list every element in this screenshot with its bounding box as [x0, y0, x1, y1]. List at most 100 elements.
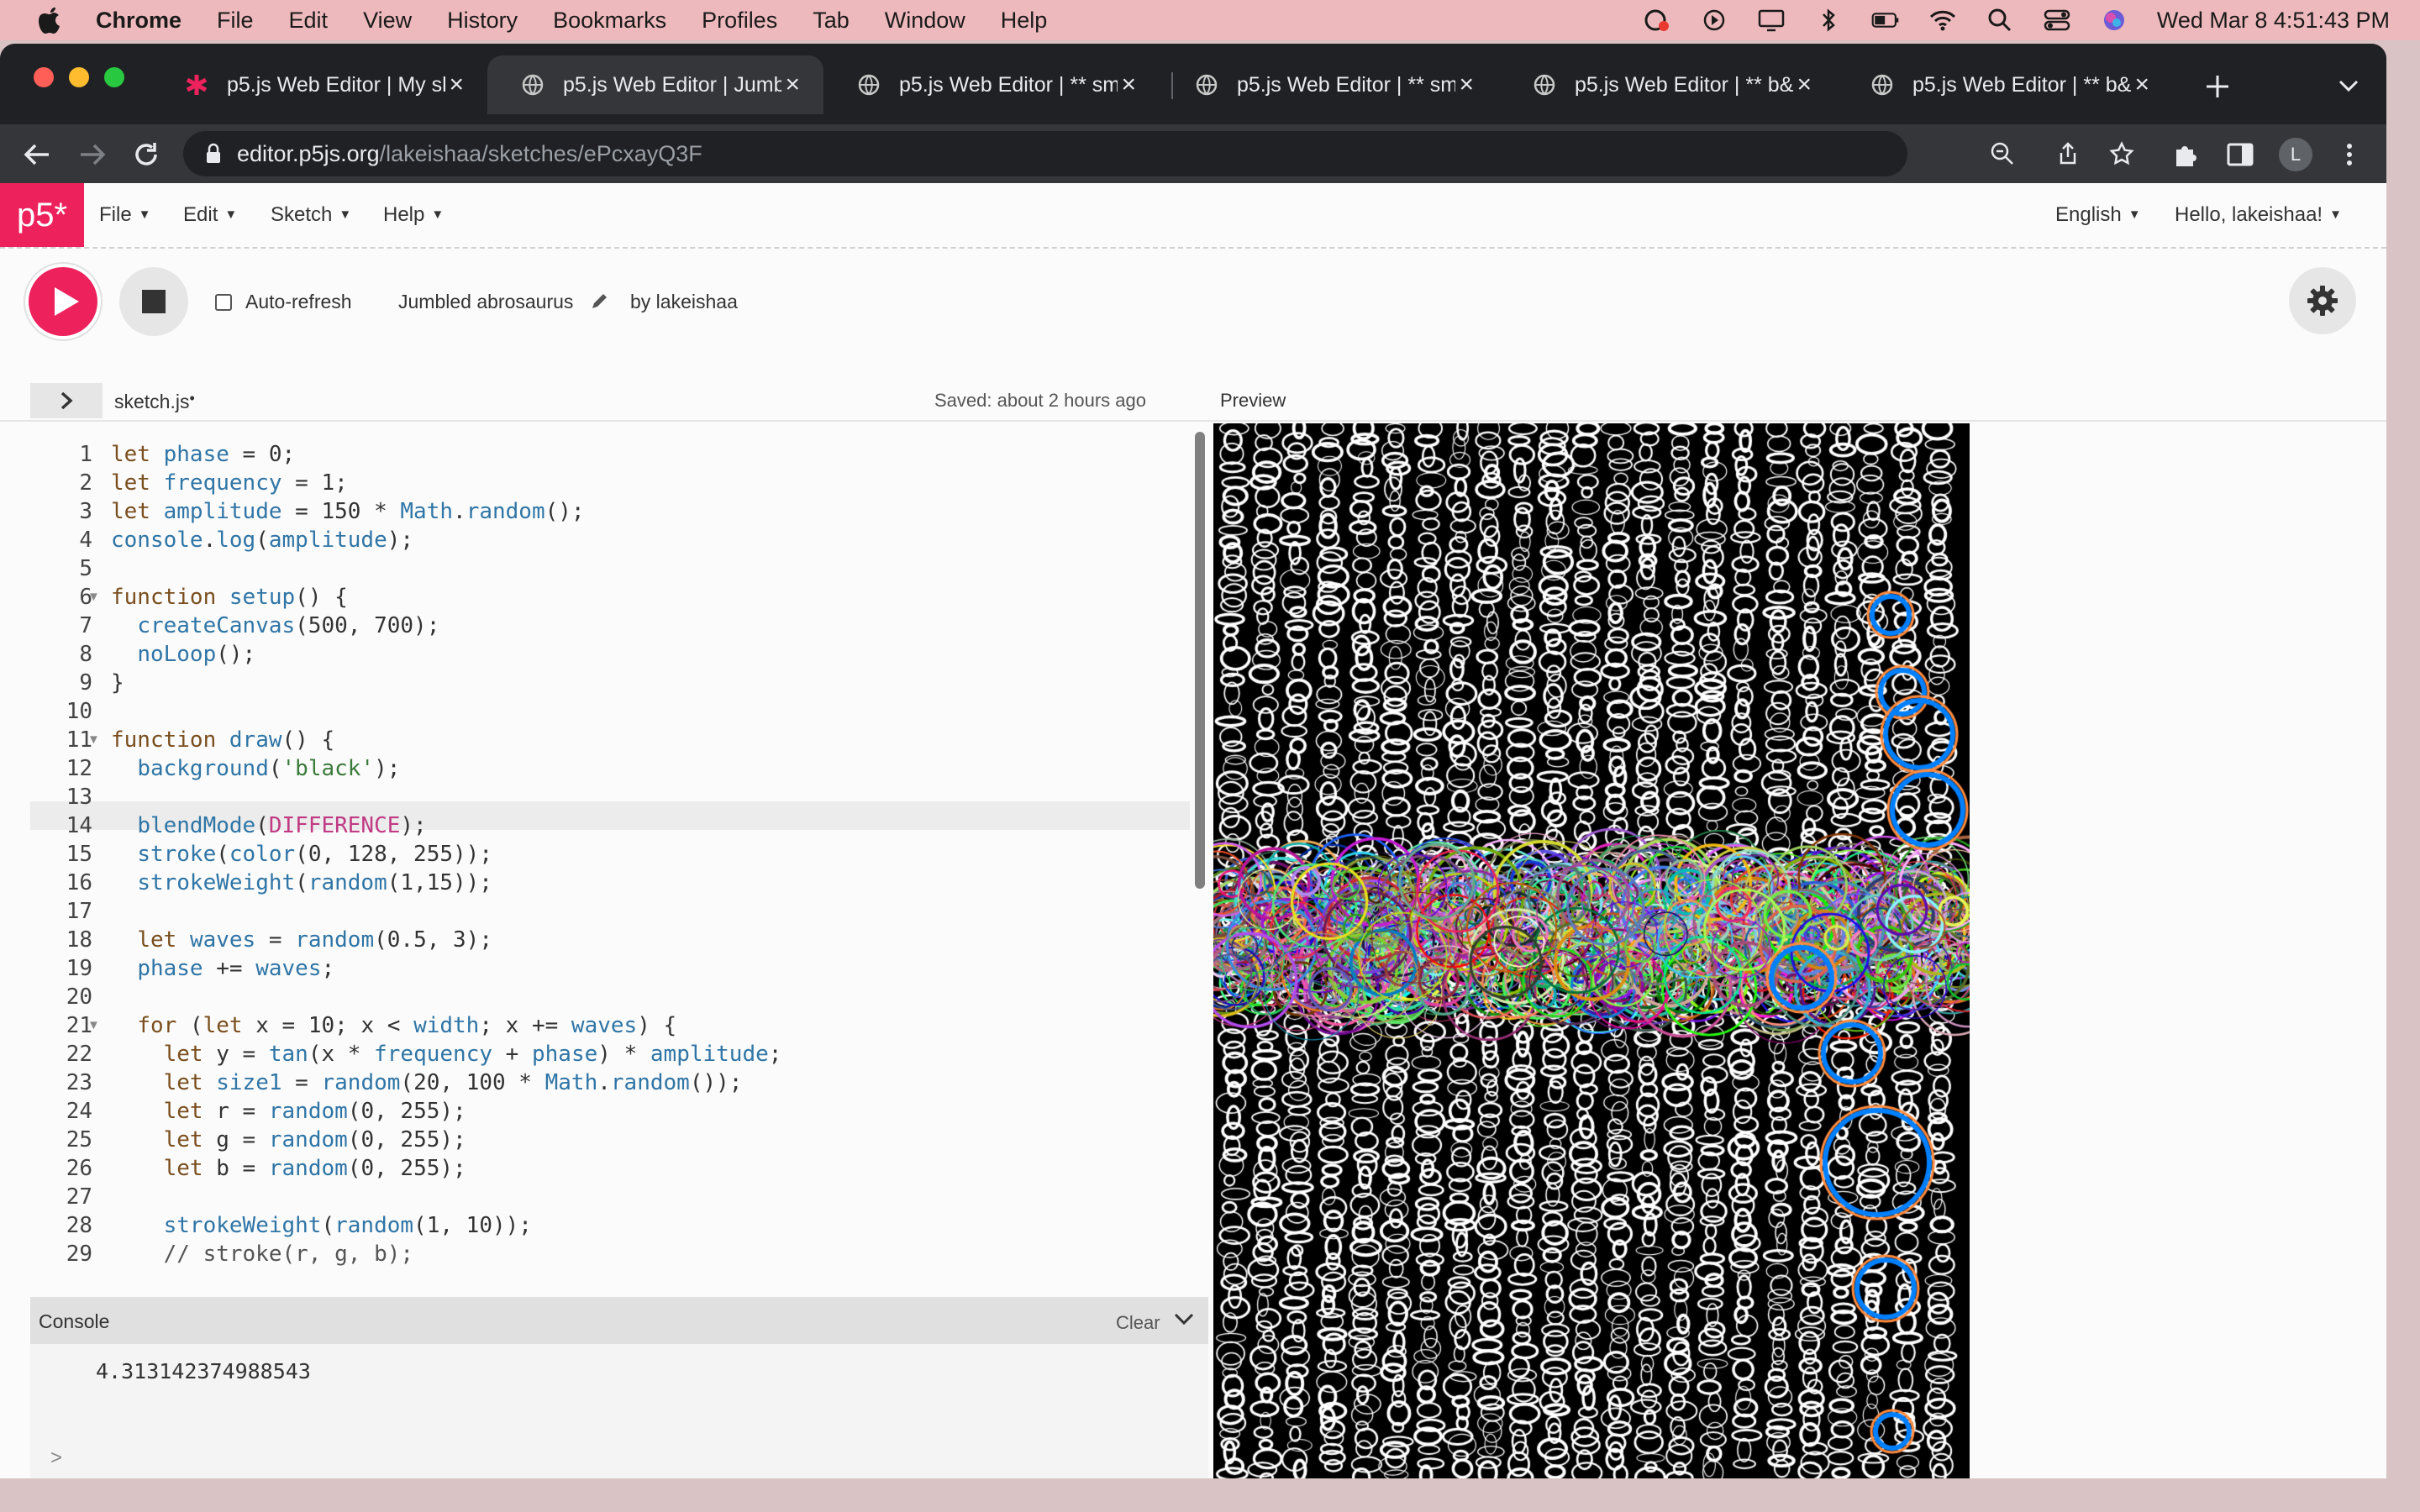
- bookmark-star-icon[interactable]: [2109, 141, 2134, 166]
- sketch-name[interactable]: Jumbled abrosaurus: [398, 291, 573, 313]
- code-line[interactable]: let amplitude = 150 * Math.random();: [111, 499, 585, 524]
- code-line[interactable]: function setup() {: [111, 585, 348, 610]
- wifi-icon[interactable]: [1928, 8, 1957, 33]
- tab-jumbled-abrosaurus[interactable]: p5.js Web Editor | Jumbl ×: [487, 55, 823, 114]
- menu-profiles[interactable]: Profiles: [702, 8, 777, 34]
- p5-logo[interactable]: p5*: [0, 183, 84, 247]
- nav-help-menu[interactable]: Help ▼: [383, 203, 444, 227]
- fold-toggle-icon[interactable]: ▼: [87, 590, 100, 604]
- status-icons: Wed Mar 8 4:51:43 PM: [1643, 0, 2390, 40]
- code-line[interactable]: let size1 = random(20, 100 * Math.random…: [111, 1070, 743, 1095]
- code-line[interactable]: blendMode(DIFFERENCE);: [111, 813, 426, 838]
- search-icon[interactable]: [1986, 8, 2014, 33]
- editor-scrollbar[interactable]: [1195, 432, 1205, 889]
- address-bar[interactable]: editor.p5js.org/lakeishaa/sketches/ePcxa…: [183, 131, 2134, 176]
- menu-bookmarks[interactable]: Bookmarks: [553, 8, 666, 34]
- code-line[interactable]: let phase = 0;: [111, 442, 295, 467]
- battery-icon[interactable]: [1871, 8, 1900, 33]
- fold-toggle-icon[interactable]: ▼: [87, 732, 100, 747]
- new-tab-icon[interactable]: [2203, 72, 2232, 101]
- auto-refresh-checkbox[interactable]: [215, 294, 232, 311]
- code-line[interactable]: let r = random(0, 255);: [111, 1099, 466, 1124]
- menu-app-chrome[interactable]: Chrome: [96, 8, 182, 34]
- play-button[interactable]: [29, 267, 97, 336]
- tab-my-sketches[interactable]: p5.js Web Editor | My sk ×: [151, 55, 487, 114]
- share-icon[interactable]: [2055, 141, 2081, 166]
- code-line[interactable]: phase += waves;: [111, 956, 334, 981]
- code-line[interactable]: let y = tan(x * frequency + phase) * amp…: [111, 1042, 782, 1067]
- code-line[interactable]: console.log(amplitude);: [111, 528, 413, 553]
- tab-sketch-4[interactable]: p5.js Web Editor | ** sm ×: [1161, 55, 1497, 114]
- code-line[interactable]: strokeWeight(random(1, 10));: [111, 1213, 532, 1238]
- stop-button[interactable]: [119, 267, 188, 336]
- tab-close-icon[interactable]: ×: [1459, 71, 1474, 99]
- menu-help[interactable]: Help: [1001, 8, 1048, 34]
- back-arrow-icon[interactable]: [20, 138, 54, 171]
- play-circle-icon[interactable]: [1700, 8, 1728, 33]
- code-line[interactable]: }: [111, 670, 124, 696]
- console-output-line: 4.313142374988543: [96, 1359, 311, 1383]
- code-line[interactable]: noLoop();: [111, 642, 255, 667]
- fold-toggle-icon[interactable]: ▼: [87, 1018, 100, 1032]
- menu-edit[interactable]: Edit: [289, 8, 329, 34]
- code-line[interactable]: for (let x = 10; x < width; x += waves) …: [111, 1013, 676, 1038]
- sidebar-toggle-button[interactable]: [30, 383, 103, 418]
- code-line[interactable]: let waves = random(0.5, 3);: [111, 927, 492, 953]
- nav-sketch-menu[interactable]: Sketch ▼: [271, 203, 351, 227]
- language-menu[interactable]: English ▼: [2055, 203, 2141, 227]
- reload-icon[interactable]: [129, 138, 163, 171]
- pencil-edit-icon[interactable]: [590, 292, 608, 311]
- file-tab-sketch-js[interactable]: sketch.js•: [114, 390, 195, 413]
- code-line[interactable]: // stroke(r, g, b);: [111, 1242, 413, 1267]
- creative-cloud-icon[interactable]: [1643, 8, 1671, 33]
- user-menu[interactable]: Hello, lakeishaa! ▼: [2175, 203, 2342, 227]
- tab-close-icon[interactable]: ×: [1797, 71, 1812, 99]
- tab-close-icon[interactable]: ×: [1121, 71, 1136, 99]
- side-panel-icon[interactable]: [2225, 139, 2255, 170]
- tab-sketch-3[interactable]: p5.js Web Editor | ** sm ×: [823, 55, 1160, 114]
- console-clear-button[interactable]: Clear: [1116, 1312, 1160, 1334]
- bluetooth-icon[interactable]: [1814, 8, 1843, 33]
- collapse-console-chevron-icon[interactable]: [1173, 1310, 1195, 1329]
- code-line[interactable]: createCanvas(500, 700);: [111, 613, 439, 638]
- sketch-author[interactable]: by lakeishaa: [630, 291, 738, 313]
- tab-close-icon[interactable]: ×: [449, 71, 464, 99]
- menu-view[interactable]: View: [363, 8, 412, 34]
- chrome-menu-icon[interactable]: [2334, 139, 2365, 170]
- window-close-button[interactable]: [34, 67, 54, 87]
- code-line[interactable]: let b = random(0, 255);: [111, 1156, 466, 1181]
- code-editor[interactable]: 1 let phase = 0; 2 let frequency = 1; 3 let a…: [30, 423, 1208, 1297]
- tab-sketch-5[interactable]: p5.js Web Editor | ** b& ×: [1499, 55, 1835, 114]
- code-line[interactable]: let g = random(0, 255);: [111, 1127, 466, 1152]
- window-minimize-button[interactable]: [69, 67, 89, 87]
- sketch-preview-canvas[interactable]: [1213, 423, 1970, 1478]
- control-center-icon[interactable]: [2043, 8, 2071, 33]
- display-icon[interactable]: [1757, 8, 1786, 33]
- settings-button[interactable]: [2289, 267, 2356, 334]
- clock[interactable]: Wed Mar 8 4:51:43 PM: [2157, 8, 2390, 34]
- window-zoom-button[interactable]: [104, 67, 124, 87]
- profile-avatar[interactable]: L: [2279, 138, 2312, 171]
- nav-edit-menu[interactable]: Edit ▼: [183, 203, 237, 227]
- nav-file-menu[interactable]: File ▼: [99, 203, 151, 227]
- siri-icon[interactable]: [2100, 8, 2128, 33]
- menu-tab[interactable]: Tab: [813, 8, 850, 34]
- code-line[interactable]: function draw() {: [111, 727, 334, 753]
- forward-arrow-icon[interactable]: [76, 138, 109, 171]
- code-line[interactable]: stroke(color(0, 128, 255));: [111, 842, 492, 867]
- tab-sketch-6[interactable]: p5.js Web Editor | ** b& ×: [1837, 55, 2173, 114]
- menu-file[interactable]: File: [217, 8, 254, 34]
- menu-window[interactable]: Window: [885, 8, 965, 34]
- tab-close-icon[interactable]: ×: [2134, 71, 2149, 99]
- tab-search-chevron-icon[interactable]: [2338, 77, 2360, 94]
- zoom-icon[interactable]: [1990, 141, 2015, 166]
- code-line[interactable]: let frequency = 1;: [111, 470, 348, 496]
- code-line[interactable]: background('black');: [111, 756, 400, 781]
- tab-close-icon[interactable]: ×: [785, 71, 800, 99]
- lock-icon[interactable]: [205, 143, 222, 165]
- code-line[interactable]: strokeWeight(random(1,15));: [111, 870, 492, 895]
- extensions-puzzle-icon[interactable]: [2171, 139, 2202, 170]
- menu-history[interactable]: History: [447, 8, 518, 34]
- apple-logo-icon[interactable]: [37, 6, 62, 34]
- console-input-prompt[interactable]: >: [50, 1446, 62, 1470]
